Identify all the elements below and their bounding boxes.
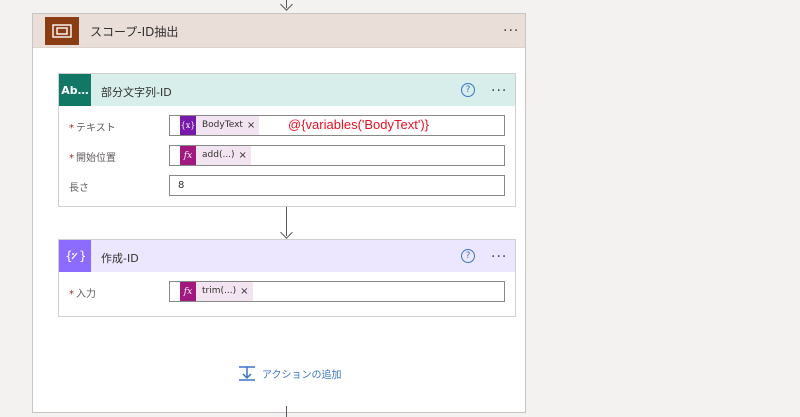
svg-text:}: }: [79, 249, 85, 263]
add-action-button[interactable]: アクションの追加: [238, 365, 342, 381]
substring-card-title: 部分文字列-ID: [101, 86, 172, 99]
bottom-connector: [286, 406, 287, 417]
expression-annotation: @{variables('BodyText')}: [288, 117, 430, 132]
compose-card-header[interactable]: { } 作成-ID ? ···: [59, 240, 515, 272]
substring-more-menu[interactable]: ···: [491, 84, 507, 98]
scope-header[interactable]: スコープ-ID抽出 ···: [33, 14, 525, 48]
length-label: 長さ: [69, 183, 89, 194]
length-value: 8: [178, 180, 185, 191]
expression-icon: fx: [180, 282, 196, 301]
card-connector-arrow: [280, 226, 293, 239]
svg-text:{: {: [65, 249, 73, 263]
bodytext-variable-token[interactable]: {x} BodyText ×: [180, 116, 260, 135]
input-field-label: * 入力: [69, 289, 96, 300]
add-action-label: アクションの追加: [262, 369, 342, 381]
compose-icon: { }: [59, 240, 91, 272]
remove-token-icon[interactable]: ×: [240, 282, 253, 301]
remove-token-icon[interactable]: ×: [246, 116, 260, 135]
help-icon[interactable]: ?: [461, 249, 475, 263]
compose-action-card: { } 作成-ID ? ··· *入力 fx trim(...) ×: [58, 239, 516, 317]
compose-input-field[interactable]: fx trim(...) ×: [169, 281, 505, 302]
trim-expression-token[interactable]: fx trim(...) ×: [180, 282, 253, 301]
substring-card-header[interactable]: Ab… 部分文字列-ID ? ···: [59, 74, 515, 106]
top-connector-arrow: [280, 0, 293, 11]
text-function-icon: Ab…: [59, 74, 91, 106]
remove-token-icon[interactable]: ×: [238, 146, 251, 165]
length-input[interactable]: 8: [169, 175, 505, 196]
add-action-icon: [239, 366, 255, 381]
start-position-label: * 開始位置: [69, 153, 116, 164]
add-expression-token[interactable]: fx add(...) ×: [180, 146, 251, 165]
help-icon[interactable]: ?: [461, 83, 475, 97]
variable-icon: {x}: [180, 116, 196, 135]
compose-more-menu[interactable]: ···: [491, 250, 507, 264]
substring-action-card: Ab… 部分文字列-ID ? ··· * テキスト {x} BodyText × …: [58, 73, 516, 207]
scope-title: スコープ-ID抽出: [90, 25, 179, 39]
scope-container: スコープ-ID抽出 ··· Ab… 部分文字列-ID ? ··· * テキスト {…: [32, 13, 526, 413]
compose-card-title: 作成-ID: [101, 252, 139, 265]
scope-icon: [45, 17, 79, 45]
scope-more-menu[interactable]: ···: [503, 24, 519, 38]
text-field-label: * テキスト: [69, 123, 116, 134]
start-position-input[interactable]: fx add(...) ×: [169, 145, 505, 166]
expression-icon: fx: [180, 146, 196, 165]
